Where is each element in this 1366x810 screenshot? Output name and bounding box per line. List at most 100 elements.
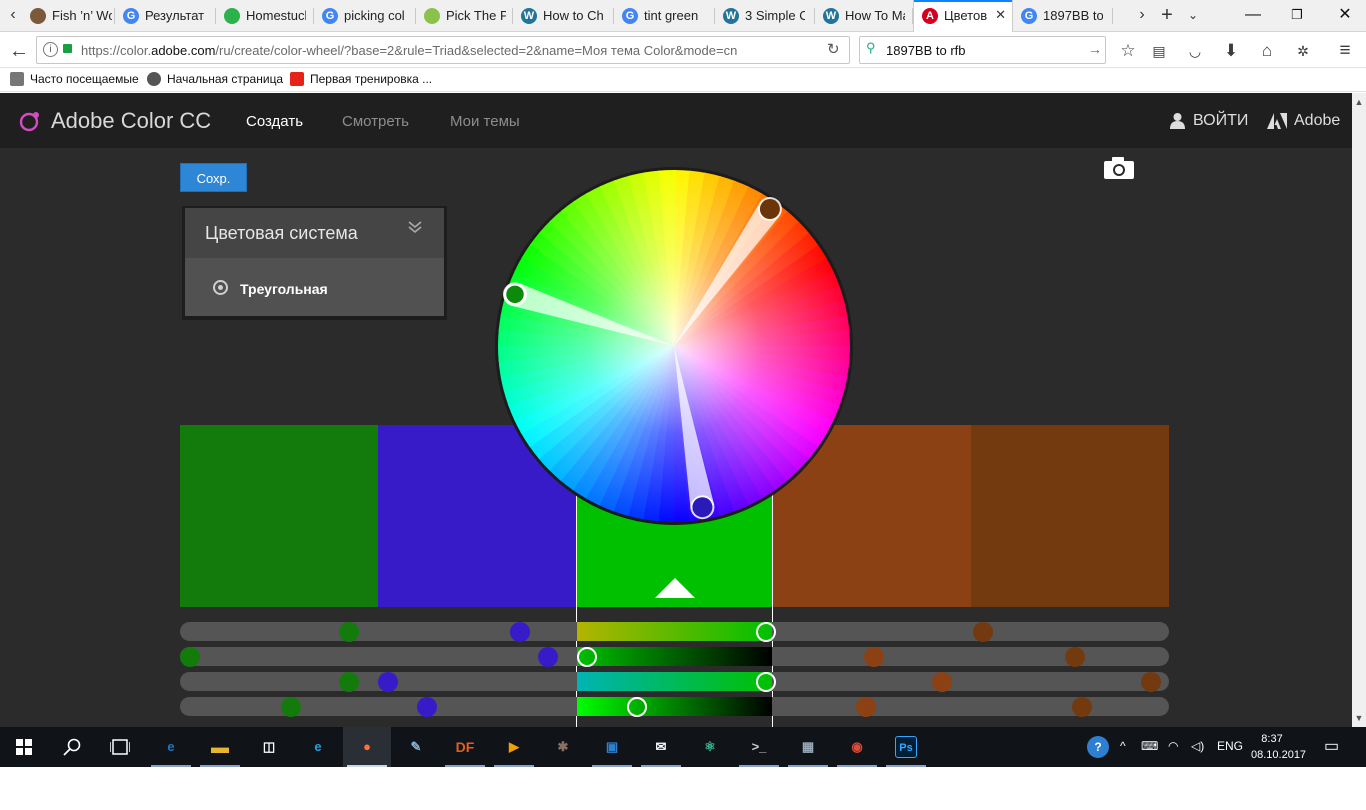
color-rule-option-triad[interactable]: Треугольная — [185, 258, 444, 316]
menu-icon[interactable]: ≡ — [1334, 40, 1356, 62]
slider-handle[interactable] — [1141, 671, 1162, 692]
close-tab-icon[interactable]: ✕ — [995, 7, 1006, 23]
taskbar-app[interactable]: e — [294, 727, 342, 767]
color-slider-track[interactable] — [180, 672, 1169, 691]
adobe-link[interactable]: Adobe — [1294, 112, 1340, 130]
task-view-button[interactable] — [96, 727, 144, 767]
pocket-icon[interactable]: ◡ — [1184, 40, 1206, 62]
slider-handle[interactable] — [179, 646, 200, 667]
taskbar-app[interactable]: DF — [441, 727, 489, 767]
nav-my-themes[interactable]: Мои темы — [450, 113, 520, 130]
slider-handle[interactable] — [377, 671, 398, 692]
wheel-handle[interactable] — [692, 497, 713, 518]
taskbar-app[interactable]: ▬ — [196, 727, 244, 767]
color-slider-track[interactable] — [180, 647, 1169, 666]
slider-handle[interactable] — [1065, 646, 1086, 667]
new-tab-icon[interactable]: + — [1156, 4, 1178, 26]
page-scrollbar[interactable]: ▲ ▼ — [1352, 93, 1366, 727]
save-button[interactable]: Сохр. — [180, 163, 247, 192]
color-swatch[interactable] — [180, 425, 378, 607]
selected-slider-handle[interactable] — [626, 696, 647, 717]
info-icon[interactable]: i — [43, 42, 58, 57]
browser-tab[interactable]: G 1897BB to — [1013, 0, 1113, 32]
browser-tab[interactable]: Homestuck — [216, 0, 314, 32]
back-icon[interactable]: ← — [8, 40, 30, 62]
bookmark-first-training[interactable]: Первая тренировка ... — [290, 72, 432, 86]
taskbar-app[interactable]: ▶ — [490, 727, 538, 767]
selected-color-slider-segment[interactable] — [577, 697, 772, 716]
taskbar-app[interactable]: ● — [343, 727, 391, 767]
color-slider-track[interactable] — [180, 697, 1169, 716]
radio-selected-icon[interactable] — [213, 280, 228, 295]
taskbar-app[interactable]: ✉ — [637, 727, 685, 767]
taskbar-app[interactable]: e — [147, 727, 195, 767]
browser-tab[interactable]: Pick The Pe — [416, 0, 513, 32]
browser-tab[interactable]: Fish ’n’ Wo — [22, 0, 115, 32]
taskbar-app[interactable]: ⚛ — [686, 727, 734, 767]
taskbar-app[interactable]: ◫ — [245, 727, 293, 767]
bookmark-start-page[interactable]: Начальная страница — [147, 72, 283, 86]
color-wheel-svg[interactable] — [493, 165, 855, 527]
bookmark-most-visited[interactable]: Часто посещаемые — [10, 72, 139, 86]
color-rule-dropdown[interactable]: Цветовая система — [185, 208, 444, 258]
tab-scroll-right-icon[interactable]: › — [1131, 4, 1153, 26]
minimize-icon[interactable]: — — [1238, 4, 1268, 26]
slider-handle[interactable] — [417, 696, 438, 717]
slider-handle[interactable] — [856, 696, 877, 717]
close-window-icon[interactable]: ✕ — [1330, 4, 1360, 26]
selected-slider-handle[interactable] — [756, 621, 777, 642]
url-bar[interactable]: i https://color.adobe.com/ru/create/colo… — [36, 36, 850, 64]
browser-tab[interactable]: W How to Ch — [513, 0, 614, 32]
search-input[interactable]: 1897BB to rfb — [886, 43, 966, 58]
download-icon[interactable]: ⬇ — [1220, 40, 1242, 62]
browser-tab[interactable]: Gpicking col — [314, 0, 416, 32]
scroll-down-icon[interactable]: ▼ — [1352, 711, 1366, 725]
reload-icon[interactable]: ↻ — [827, 40, 840, 58]
volume-icon[interactable]: ◁) — [1191, 739, 1204, 753]
selected-slider-handle[interactable] — [756, 671, 777, 692]
notifications-icon[interactable]: ▭ — [1324, 736, 1339, 756]
app-logo[interactable]: Adobe Color CC — [51, 108, 211, 134]
browser-tab[interactable]: W 3 Simple Cr — [715, 0, 815, 32]
double-chevron-down-icon[interactable] — [408, 218, 422, 239]
color-swatch[interactable] — [971, 425, 1169, 607]
sign-in-button[interactable]: ВОЙТИ — [1193, 112, 1248, 130]
slider-handle[interactable] — [973, 621, 994, 642]
nav-explore[interactable]: Смотреть — [342, 113, 409, 130]
selected-wheel-handle[interactable] — [503, 283, 527, 306]
keyboard-icon[interactable]: ⌨ — [1141, 739, 1158, 753]
wheel-handle[interactable] — [759, 199, 780, 220]
slider-handle[interactable] — [537, 646, 558, 667]
browser-tab[interactable]: W How To Ma — [815, 0, 913, 32]
search-go-icon[interactable]: → — [1088, 41, 1102, 57]
reading-list-icon[interactable]: ▤ — [1148, 40, 1170, 62]
color-slider-track[interactable] — [180, 622, 1169, 641]
slider-handle[interactable] — [510, 621, 531, 642]
search-taskbar-button[interactable] — [48, 727, 96, 767]
slider-handle[interactable] — [1071, 696, 1092, 717]
selected-color-slider-segment[interactable] — [577, 622, 772, 641]
taskbar-app[interactable]: ▣ — [588, 727, 636, 767]
slider-handle[interactable] — [280, 696, 301, 717]
tab-scroll-left-icon[interactable]: ‹ — [2, 4, 24, 26]
taskbar-app[interactable]: ✱ — [539, 727, 587, 767]
selected-color-slider-segment[interactable] — [577, 647, 772, 666]
wifi-icon[interactable]: ◠ — [1168, 739, 1178, 753]
taskbar-app[interactable]: Ps — [882, 727, 930, 767]
extension-icon[interactable]: ✲ — [1292, 40, 1314, 62]
scroll-up-icon[interactable]: ▲ — [1352, 95, 1366, 109]
search-engine-icon[interactable]: ⚲ — [866, 40, 876, 56]
language-indicator[interactable]: ENG — [1217, 739, 1243, 753]
browser-tab[interactable]: Gtint green — [614, 0, 715, 32]
home-icon[interactable]: ⌂ — [1256, 40, 1278, 62]
taskbar-app[interactable]: ✎ — [392, 727, 440, 767]
tray-expand-icon[interactable]: ^ — [1120, 739, 1126, 753]
slider-handle[interactable] — [864, 646, 885, 667]
taskbar-app[interactable]: ◉ — [833, 727, 881, 767]
selected-color-slider-segment[interactable] — [577, 672, 772, 691]
slider-handle[interactable] — [339, 621, 360, 642]
slider-handle[interactable] — [931, 671, 952, 692]
nav-create[interactable]: Создать — [246, 113, 303, 130]
bookmark-star-icon[interactable]: ☆ — [1117, 40, 1139, 62]
camera-icon[interactable] — [1103, 156, 1135, 185]
